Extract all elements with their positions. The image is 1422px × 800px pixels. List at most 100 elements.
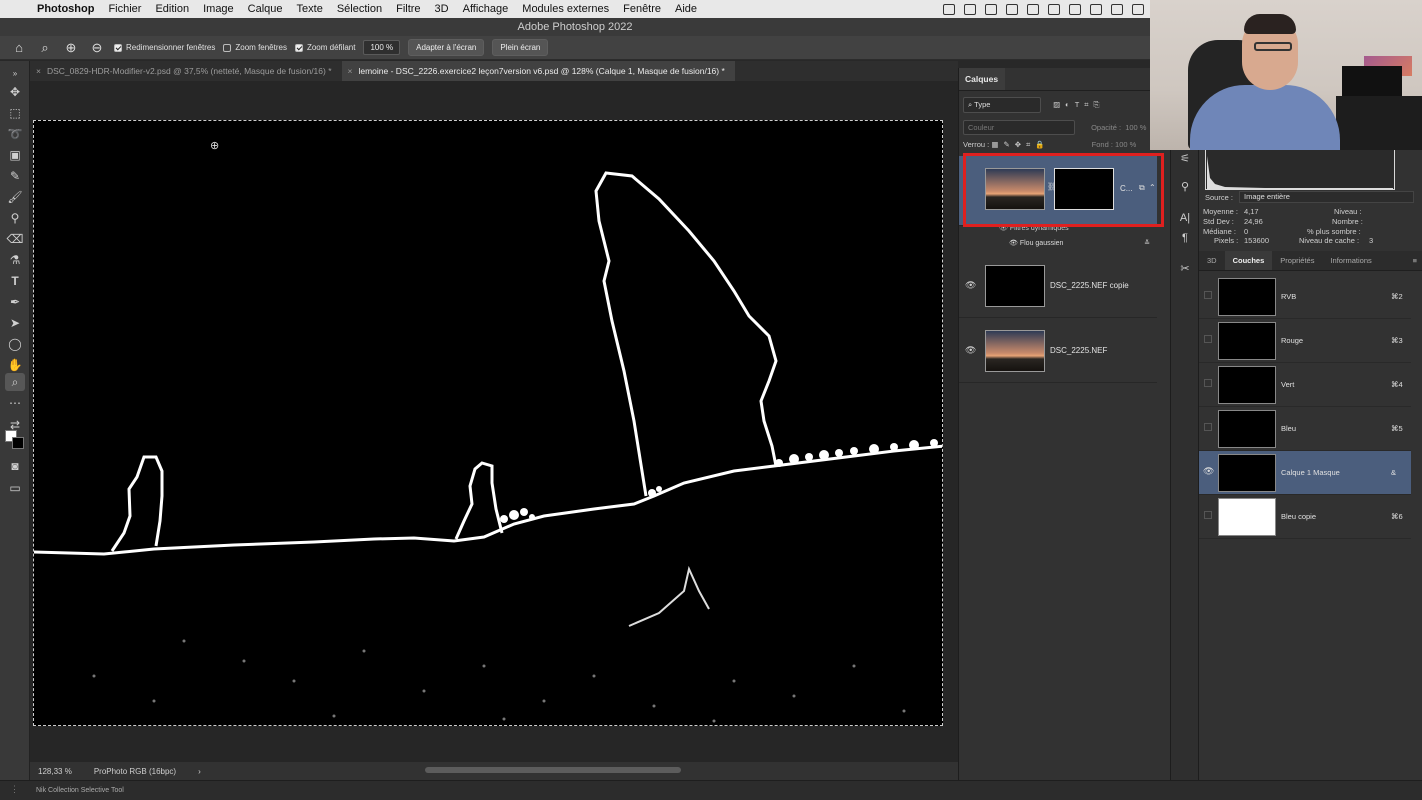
stamp-icon[interactable]: ⚲ [1177, 180, 1193, 194]
tab-document-1[interactable]: × DSC_0829-HDR-Modifier-v2.psd @ 37,5% (n… [30, 61, 342, 81]
zoom-defilant-option[interactable]: Zoom défilant [294, 43, 355, 52]
screen-mode-icon[interactable]: ▭ [5, 479, 25, 497]
tab-document-2[interactable]: × lemoine - DSC_2226.exercice2 leçon7vers… [341, 61, 735, 81]
menu-selection[interactable]: Sélection [330, 0, 389, 18]
wifi-icon[interactable] [1132, 3, 1144, 15]
blend-mode-select[interactable]: Couleur [963, 120, 1075, 135]
menu-modules-externes[interactable]: Modules externes [515, 0, 616, 18]
background-color-swatch[interactable] [12, 437, 24, 449]
creative-cloud-icon[interactable] [943, 3, 955, 15]
menu-edition[interactable]: Edition [148, 0, 196, 18]
eye-icon[interactable]: 👁 [965, 345, 976, 356]
tools-icon[interactable]: ✂ [1177, 262, 1193, 276]
menu-texte[interactable]: Texte [290, 0, 330, 18]
more-tools-icon[interactable]: ⋯ [5, 394, 25, 412]
menu-filtre[interactable]: Filtre [389, 0, 427, 18]
move-tool-icon[interactable]: ✥ [5, 83, 25, 101]
tab-3d[interactable]: 3D [1199, 251, 1225, 270]
bluetooth-icon[interactable] [964, 3, 976, 15]
nik-handle-icon[interactable]: ⋮ [10, 784, 19, 795]
channel-visibility-box[interactable] [1204, 379, 1212, 387]
adjustments-icon[interactable]: ⚟ [1177, 152, 1193, 166]
source-select[interactable]: Image entière [1239, 191, 1414, 203]
ellipse-tool-icon[interactable]: ◯ [5, 335, 25, 353]
menu-fenetre[interactable]: Fenêtre [616, 0, 668, 18]
redim-option[interactable]: Redimensionner fenêtres [114, 43, 215, 52]
collapse-icon[interactable]: » [5, 65, 25, 83]
lock-icons[interactable]: ▦✎✥⌗🔒 [991, 140, 1049, 149]
eyedropper-tool-icon[interactable]: ✎ [5, 167, 25, 185]
marquee-tool-icon[interactable]: ⬚ [5, 104, 25, 122]
zoom-out-icon[interactable]: ⊖ [88, 40, 106, 56]
layer-row-nef[interactable]: 👁 DSC_2225.NEF [959, 319, 1157, 383]
layer-name[interactable]: DSC_2225.NEF copie [1050, 281, 1129, 290]
canvas-area[interactable]: ⊕ [30, 81, 958, 762]
menu-affichage[interactable]: Affichage [456, 0, 516, 18]
zoom-tool-icon[interactable]: ⌕ [5, 373, 25, 391]
panel-menu-icon[interactable]: ≡ [1413, 251, 1422, 270]
filter-icons[interactable]: ▨◐T⌗⎘ [1053, 100, 1104, 109]
menu-image[interactable]: Image [196, 0, 241, 18]
document-image[interactable] [33, 120, 943, 726]
layers-panel-tab[interactable]: Calques [959, 68, 1005, 90]
menu-aide[interactable]: Aide [668, 0, 704, 18]
eraser-tool-icon[interactable]: ⌫ [5, 230, 25, 248]
opacity-value[interactable]: 100 % [1125, 123, 1146, 132]
redim-checkbox[interactable] [114, 43, 122, 52]
channel-row-bleu-copie[interactable]: Bleu copie ⌘6 [1199, 495, 1411, 539]
channel-row-calque1-masque[interactable]: 👁 Calque 1 Masque & [1199, 451, 1411, 495]
tab-informations[interactable]: Informations [1322, 251, 1379, 270]
menu-calque[interactable]: Calque [241, 0, 290, 18]
stamp-tool-icon[interactable]: ⚲ [5, 209, 25, 227]
pen-tool-icon[interactable]: ✒ [5, 293, 25, 311]
brush-tool-icon[interactable]: 🖌 [5, 188, 25, 206]
character-icon[interactable]: A| [1177, 212, 1193, 226]
channel-visibility-box[interactable] [1204, 335, 1212, 343]
eye-icon[interactable]: 👁 [1009, 240, 1018, 247]
clipboard-icon[interactable] [1048, 3, 1060, 15]
type-tool-icon[interactable]: T [5, 272, 25, 290]
menu-photoshop[interactable]: Photoshop [30, 0, 101, 18]
channel-visibility-box[interactable] [1204, 291, 1212, 299]
channel-visibility-box[interactable] [1204, 423, 1212, 431]
eye-icon[interactable]: 👁 [965, 280, 976, 291]
zoom-value-field[interactable]: 100 % [363, 40, 401, 55]
fit-screen-button[interactable]: Adapter à l'écran [408, 39, 485, 56]
layer-thumbnail[interactable] [985, 265, 1045, 307]
layer-row-nef-copie[interactable]: 👁 DSC_2225.NEF copie [959, 254, 1157, 318]
quick-mask-icon[interactable]: ◙ [5, 457, 25, 475]
nik-collection-label[interactable]: Nik Collection Selective Tool [36, 787, 124, 794]
horizontal-scrollbar[interactable] [425, 767, 681, 773]
channel-row-vert[interactable]: Vert ⌘4 [1199, 363, 1411, 407]
filter-options-icon[interactable]: ≚ [1144, 239, 1150, 247]
tab-proprietes[interactable]: Propriétés [1272, 251, 1322, 270]
paint-bucket-tool-icon[interactable]: ⚗ [5, 251, 25, 269]
display-icon[interactable] [1090, 3, 1102, 15]
path-select-tool-icon[interactable]: ➤ [5, 314, 25, 332]
hand-tool-icon[interactable]: ✋ [5, 356, 25, 374]
fill-value[interactable]: 100 % [1115, 140, 1136, 149]
channel-visibility-box[interactable] [1204, 511, 1212, 519]
plus-icon[interactable] [985, 3, 997, 15]
volume-icon[interactable] [1111, 3, 1123, 15]
zoom-level[interactable]: 128,33 % [38, 767, 72, 776]
lasso-tool-icon[interactable]: ➰ [5, 125, 25, 143]
layer-name[interactable]: DSC_2225.NEF [1050, 346, 1107, 355]
zoom-fenetres-checkbox[interactable] [223, 43, 232, 52]
channel-row-bleu[interactable]: Bleu ⌘5 [1199, 407, 1411, 451]
close-icon[interactable]: × [36, 61, 41, 81]
object-select-tool-icon[interactable]: ▣ [5, 146, 25, 164]
zoom-tool-preset-icon[interactable]: ⌕ [36, 40, 54, 56]
channel-row-rvb[interactable]: RVB ⌘2 [1199, 275, 1411, 319]
layer-thumbnail[interactable] [985, 330, 1045, 372]
gaussian-blur-row[interactable]: 👁 Flou gaussien ≚ [1009, 239, 1154, 247]
zoom-fenetres-option[interactable]: Zoom fenêtres [223, 43, 287, 52]
tab-couches[interactable]: Couches [1224, 251, 1273, 270]
zoom-defilant-checkbox[interactable] [294, 43, 303, 52]
clock-icon[interactable] [1069, 3, 1081, 15]
layer-filter-select[interactable]: ⌕ Type [963, 97, 1041, 113]
status-arrow[interactable]: › [198, 767, 201, 776]
menu-fichier[interactable]: Fichier [101, 0, 148, 18]
channel-row-rouge[interactable]: Rouge ⌘3 [1199, 319, 1411, 363]
fullscreen-button[interactable]: Plein écran [492, 39, 549, 56]
